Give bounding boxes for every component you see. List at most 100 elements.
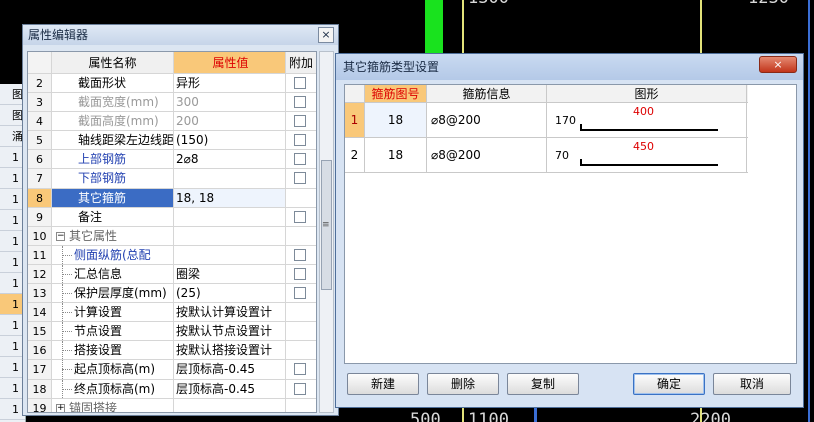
row-number: 4 [28, 112, 52, 131]
stirrup-code[interactable]: 18 [365, 138, 427, 172]
header-value[interactable]: 属性值 [174, 52, 286, 73]
property-value[interactable] [174, 226, 286, 245]
shape-left-dim: 70 [555, 149, 569, 162]
table-row[interactable]: 11 侧面纵筋(总配 [28, 245, 316, 265]
row-number: 13 [28, 284, 52, 303]
property-value[interactable]: 按默认计算设置计 [174, 303, 286, 322]
extra-checkbox[interactable] [294, 210, 306, 223]
property-value[interactable] [174, 169, 286, 188]
property-value[interactable]: 2⌀8 [174, 150, 286, 169]
expand-icon[interactable]: + [56, 403, 65, 412]
dialog-titlebar[interactable]: 其它箍筋类型设置 × [336, 54, 803, 80]
extra-checkbox[interactable] [294, 77, 306, 89]
property-label: 截面宽度(mm) [78, 95, 159, 110]
property-name: 保护层厚度(mm) [52, 284, 174, 303]
extra-checkbox[interactable] [294, 363, 306, 376]
property-value[interactable]: (150) [174, 131, 286, 150]
header-name[interactable]: 属性名称 [52, 52, 174, 73]
property-value[interactable]: 18, 18 [174, 188, 286, 207]
table-row[interactable]: 16 搭接设置 按默认搭接设置计 [28, 341, 316, 361]
property-value[interactable]: (25) [174, 284, 286, 303]
property-name: 侧面纵筋(总配 [52, 245, 174, 264]
table-row[interactable]: 17 起点顶标高(m) 层顶标高-0.45 [28, 360, 316, 380]
extra-checkbox[interactable] [294, 134, 306, 147]
cancel-button[interactable]: 取消 [713, 373, 791, 395]
vertical-scrollbar[interactable]: ≡ [319, 51, 334, 413]
table-row[interactable]: 12 汇总信息 圈梁 [28, 264, 316, 285]
property-name: 上部钢筋 [52, 150, 174, 169]
property-name: 汇总信息 [52, 264, 174, 284]
window-title: 属性编辑器 [28, 28, 89, 42]
table-row[interactable]: 19 + 锚固搭接 [28, 398, 316, 413]
property-value[interactable] [174, 398, 286, 412]
table-row[interactable]: 2 截面形状 异形 [28, 74, 316, 94]
property-name: 计算设置 [52, 303, 174, 322]
stirrup-info[interactable]: ⌀8@200 [427, 138, 547, 172]
row-number: 1 [345, 103, 365, 137]
delete-button[interactable]: 删除 [427, 373, 499, 395]
close-icon[interactable]: × [318, 27, 334, 43]
extra-checkbox[interactable] [294, 382, 306, 395]
header-info[interactable]: 箍筋信息 [427, 85, 547, 102]
table-row[interactable]: 4 截面高度(mm) 200 [28, 112, 316, 132]
stirrup-table: 箍筋图号 箍筋信息 图形 1 18 ⌀8@200 170 400 2 18 ⌀8@200 70 4… [345, 85, 748, 173]
row-number: 2 [28, 74, 52, 93]
stirrup-code[interactable]: 18 [365, 103, 427, 137]
header-code[interactable]: 箍筋图号 [365, 85, 427, 102]
property-value[interactable]: 200 [174, 112, 286, 131]
table-row[interactable]: 6 上部钢筋 2⌀8 [28, 150, 316, 170]
table-row[interactable]: 13 保护层厚度(mm) (25) [28, 284, 316, 304]
cad-dimension: 500 [410, 410, 441, 422]
property-value[interactable]: 按默认搭接设置计 [174, 341, 286, 360]
property-value[interactable]: 层顶标高-0.45 [174, 360, 286, 379]
new-button[interactable]: 新建 [347, 373, 419, 395]
row-number: 14 [28, 303, 52, 322]
stirrup-shape: 70 450 [547, 138, 747, 172]
extra-checkbox[interactable] [294, 267, 306, 280]
table-row[interactable]: 1 18 ⌀8@200 170 400 [345, 103, 748, 138]
table-row[interactable]: 14 计算设置 按默认计算设置计 [28, 303, 316, 323]
extra-checkbox[interactable] [294, 96, 306, 109]
extra-checkbox[interactable] [294, 172, 306, 185]
table-row[interactable]: 7 下部钢筋 [28, 169, 316, 189]
property-name: 终点顶标高(m) [52, 379, 174, 398]
table-row[interactable]: 10− 其它属性 [28, 226, 316, 246]
extra-checkbox[interactable] [294, 115, 306, 128]
shape-left-dim: 170 [555, 114, 576, 127]
green-column-block [425, 0, 443, 60]
group-label: 锚固搭接 [69, 400, 118, 413]
row-number: 5 [28, 131, 52, 150]
table-row[interactable]: 3 截面宽度(mm) 300 [28, 93, 316, 113]
cad-dimension: 1230 [748, 0, 789, 8]
extra-checkbox[interactable] [294, 153, 306, 166]
copy-button[interactable]: 复制 [507, 373, 579, 395]
property-name: 备注 [52, 207, 174, 226]
property-name: 起点顶标高(m) [52, 360, 174, 379]
header-extra[interactable]: 附加 [286, 52, 316, 73]
collapse-icon[interactable]: − [56, 231, 65, 241]
stirrup-info[interactable]: ⌀8@200 [427, 103, 547, 137]
property-value[interactable]: 300 [174, 93, 286, 112]
row-number: 9 [28, 207, 52, 226]
close-icon[interactable]: × [759, 56, 797, 73]
row-number: 19 [28, 398, 52, 412]
property-name: 搭接设置 [52, 341, 174, 360]
property-value[interactable] [174, 245, 286, 264]
property-value[interactable]: 圈梁 [174, 264, 286, 284]
extra-checkbox[interactable] [294, 248, 306, 261]
property-value[interactable] [174, 207, 286, 226]
extra-checkbox[interactable] [294, 287, 306, 300]
property-value[interactable]: 异形 [174, 74, 286, 93]
property-value[interactable]: 按默认节点设置计 [174, 322, 286, 341]
property-editor-titlebar[interactable]: 属性编辑器 × [23, 25, 338, 45]
table-row[interactable]: 15 节点设置 按默认节点设置计 [28, 322, 316, 342]
table-row[interactable]: 8 其它箍筋 18, 18 [28, 188, 316, 208]
table-row[interactable]: 5 轴线距梁左边线距 (150) [28, 131, 316, 151]
property-value[interactable]: 层顶标高-0.45 [174, 379, 286, 398]
table-row[interactable]: 9 备注 [28, 207, 316, 227]
table-row[interactable]: 18 终点顶标高(m) 层顶标高-0.45 [28, 379, 316, 399]
ok-button[interactable]: 确定 [633, 373, 705, 395]
table-row[interactable]: 2 18 ⌀8@200 70 450 [345, 138, 748, 173]
property-label: 轴线距梁左边线距 [78, 133, 174, 148]
property-name: 下部钢筋 [52, 169, 174, 188]
